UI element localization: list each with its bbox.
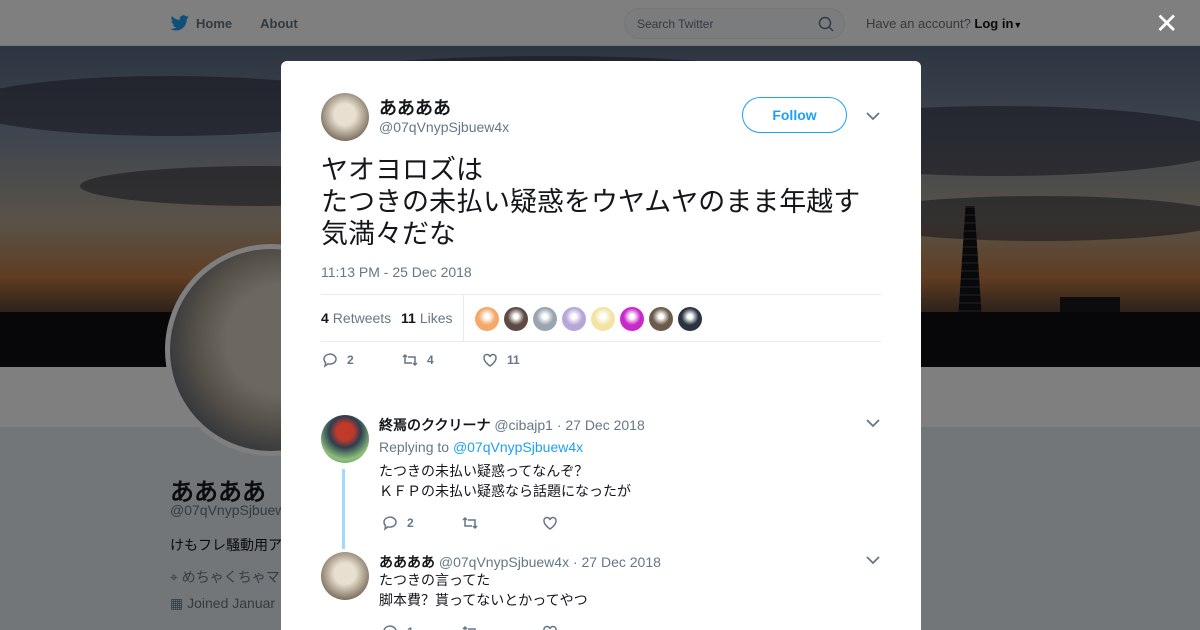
- reply-header: ああああ @07qVnypSjbuew4x · 27 Dec 2018: [379, 552, 661, 572]
- retweets-count: 4: [321, 310, 329, 326]
- retweet-action[interactable]: [461, 623, 487, 630]
- tweet-text-line: たつきの未払い疑惑をウヤムヤのまま年越す: [321, 187, 861, 217]
- replying-to: Replying to @07qVnypSjbuew4x: [379, 439, 583, 455]
- reply-text-line: 脚本費？貰ってないとかってやつ: [379, 592, 588, 608]
- tweet-modal: ああああ @07qVnypSjbuew4x Follow ヤオヨロズは たつきの…: [281, 61, 921, 630]
- reply-author-name[interactable]: ああああ: [379, 554, 435, 570]
- retweets-stat[interactable]: 4 Retweets: [321, 310, 391, 326]
- reply-text: たつきの未払い疑惑ってなんぞ？ ＫＦＰの未払い疑惑なら話題になったが: [379, 461, 631, 501]
- like-action[interactable]: [541, 514, 567, 532]
- retweet-action[interactable]: [461, 514, 487, 532]
- liker-avatar[interactable]: [475, 307, 499, 331]
- reply-author-name[interactable]: 終焉のククリーナ: [379, 417, 490, 433]
- tweet-author-handle[interactable]: @07qVnypSjbuew4x: [379, 119, 509, 135]
- reply-text-line: ＫＦＰの未払い疑惑なら話題になったが: [379, 483, 631, 499]
- liker-avatar[interactable]: [533, 307, 557, 331]
- heart-icon: [483, 353, 497, 367]
- tweet-text: ヤオヨロズは たつきの未払い疑惑をウヤムヤのまま年越す 気満々だな: [321, 154, 891, 250]
- likes-stat[interactable]: 11 Likes: [401, 310, 453, 326]
- reply-icon: [323, 353, 337, 368]
- reply-action[interactable]: 1: [381, 623, 414, 630]
- reply-icon: [383, 625, 397, 630]
- reply-author-avatar[interactable]: [321, 415, 369, 463]
- reply-text-line: たつきの未払い疑惑ってなんぞ？: [379, 463, 589, 479]
- like-count: 11: [507, 353, 520, 367]
- reply-date[interactable]: · 27 Dec 2018: [557, 417, 645, 433]
- reply-author-handle[interactable]: @07qVnypSjbuew4x: [439, 554, 569, 570]
- follow-button[interactable]: Follow: [742, 97, 847, 133]
- chevron-down-icon[interactable]: [866, 111, 880, 121]
- liker-avatar[interactable]: [620, 307, 644, 331]
- replying-to-prefix: Replying to: [379, 439, 450, 455]
- replying-to-handle[interactable]: @07qVnypSjbuew4x: [453, 439, 583, 455]
- reply-count: 1: [407, 625, 414, 630]
- close-icon[interactable]: ✕: [1155, 10, 1178, 38]
- heart-icon: [543, 625, 557, 630]
- reply-text: たつきの言ってた 脚本費？貰ってないとかってやつ: [379, 570, 588, 610]
- reply-action[interactable]: 2: [381, 514, 414, 532]
- retweet-icon: [462, 625, 476, 630]
- reply-icon: [383, 516, 397, 531]
- likes-label: Likes: [419, 310, 453, 326]
- likes-count: 11: [401, 310, 416, 326]
- retweet-icon: [402, 353, 418, 367]
- retweets-label: Retweets: [332, 310, 392, 326]
- tweet-text-line: ヤオヨロズは: [321, 155, 483, 185]
- liker-avatar[interactable]: [678, 307, 702, 331]
- liker-avatar[interactable]: [649, 307, 673, 331]
- reply-count: 2: [347, 353, 354, 367]
- reply-author-handle[interactable]: @cibajp1: [494, 417, 553, 433]
- reply-text-line: たつきの言ってた: [379, 572, 491, 588]
- chevron-down-icon[interactable]: [866, 555, 880, 565]
- liker-avatar[interactable]: [562, 307, 586, 331]
- reply-date[interactable]: · 27 Dec 2018: [573, 554, 661, 570]
- liker-avatar[interactable]: [504, 307, 528, 331]
- thread-line: [342, 469, 345, 549]
- reply-author-avatar[interactable]: [321, 552, 369, 600]
- stats-divider: [463, 295, 464, 341]
- tweet-text-line: 気満々だな: [321, 219, 456, 249]
- like-action[interactable]: 11: [481, 351, 520, 369]
- liker-avatar[interactable]: [591, 307, 615, 331]
- retweet-icon: [462, 516, 478, 530]
- retweet-action[interactable]: 4: [401, 351, 434, 369]
- heart-icon: [543, 516, 557, 530]
- tweet-timestamp[interactable]: 11:13 PM - 25 Dec 2018: [321, 264, 472, 280]
- like-action[interactable]: [541, 623, 567, 630]
- reply-header: 終焉のククリーナ @cibajp1 · 27 Dec 2018: [379, 415, 645, 435]
- reply-action[interactable]: 2: [321, 351, 354, 369]
- tweet-author-avatar[interactable]: [321, 93, 369, 141]
- tweet-stats: 4 Retweets 11 Likes: [321, 294, 881, 342]
- reply-count: 2: [407, 516, 414, 530]
- tweet-author-name[interactable]: ああああ: [379, 94, 451, 120]
- retweet-count: 4: [427, 353, 434, 367]
- chevron-down-icon[interactable]: [866, 418, 880, 428]
